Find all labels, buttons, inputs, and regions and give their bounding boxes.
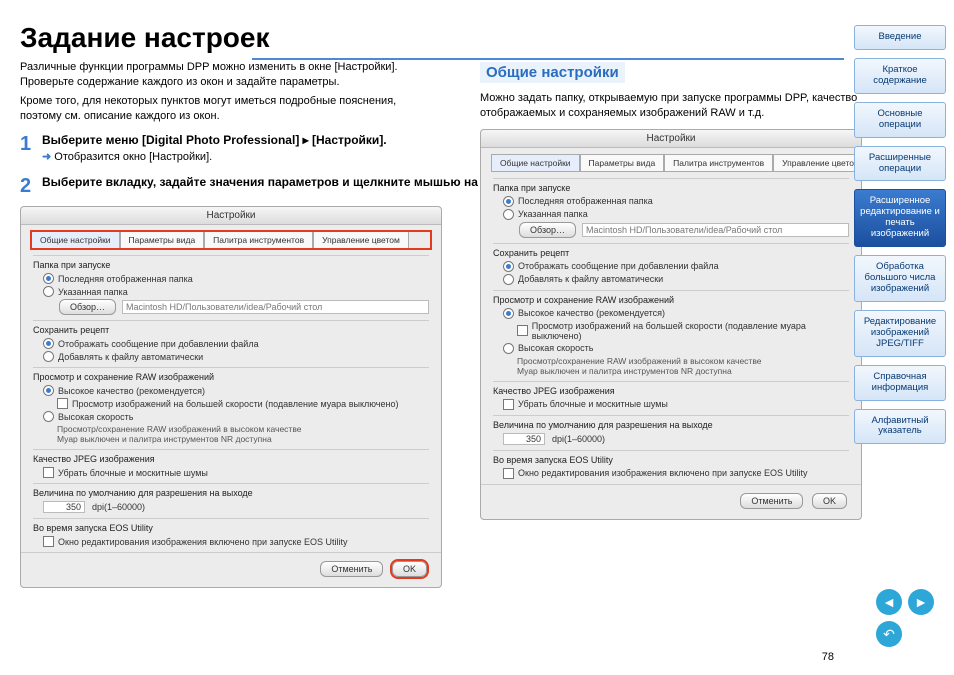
nav-basic[interactable]: Основные операции — [854, 102, 946, 138]
radio-auto-add[interactable] — [43, 351, 54, 362]
resolution-field[interactable]: 350 — [503, 433, 545, 445]
radio-spec-folder[interactable] — [43, 286, 54, 297]
check-noise[interactable] — [503, 399, 514, 410]
nav-advanced[interactable]: Расширенные операции — [854, 146, 946, 182]
step-2-text: Выберите вкладку, задайте значения парам… — [42, 175, 554, 189]
check-eos[interactable] — [43, 536, 54, 547]
section-eos: Во время запуска EOS Utility — [33, 523, 429, 533]
radio-hq[interactable] — [43, 385, 54, 396]
tab-tools[interactable]: Палитра инструментов — [664, 154, 773, 172]
next-page-icon[interactable]: ► — [908, 589, 934, 615]
step-number: 1 — [20, 133, 36, 165]
radio-hs[interactable] — [43, 411, 54, 422]
window-title: Настройки — [21, 207, 441, 225]
check-eos[interactable] — [503, 468, 514, 479]
return-icon[interactable]: ↶ — [876, 621, 902, 647]
intro-p2: Кроме того, для некоторых пунктов могут … — [20, 94, 440, 124]
cancel-button[interactable]: Отменить — [320, 561, 383, 577]
page-number: 78 — [822, 651, 834, 663]
settings-window-highlighted: Настройки Общие настройки Параметры вида… — [20, 206, 442, 588]
section-start-folder: Папка при запуске — [33, 260, 429, 270]
section-resolution: Величина по умолчанию для разрешения на … — [33, 488, 429, 498]
check-fast-preview[interactable] — [517, 325, 528, 336]
ok-button[interactable]: OK — [392, 561, 427, 577]
step-1-text: Выберите меню [Digital Photo Professiona… — [42, 133, 387, 147]
step-number: 2 — [20, 175, 36, 198]
title-rule — [252, 58, 844, 60]
tabrow: Общие настройки Параметры вида Палитра и… — [491, 154, 851, 172]
tab-color[interactable]: Управление цветом — [313, 231, 409, 249]
nav-reference[interactable]: Справочная информация — [854, 365, 946, 401]
pager: ◄ ► ↶ — [876, 589, 934, 647]
nav-batch[interactable]: Обработка большого числа изображений — [854, 255, 946, 302]
check-noise[interactable] — [43, 467, 54, 478]
section-jpeg: Качество JPEG изображения — [33, 454, 429, 464]
nav-index[interactable]: Алфавитный указатель — [854, 409, 946, 445]
tab-tools[interactable]: Палитра инструментов — [204, 231, 313, 249]
radio-last-folder[interactable] — [503, 196, 514, 207]
radio-show-msg[interactable] — [43, 338, 54, 349]
settings-window-plain: Настройки Общие настройки Параметры вида… — [480, 129, 862, 520]
browse-button[interactable]: Обзор… — [519, 222, 576, 238]
tab-general[interactable]: Общие настройки — [31, 231, 120, 249]
section-raw: Просмотр и сохранение RAW изображений — [33, 372, 429, 382]
tab-view[interactable]: Параметры вида — [580, 154, 665, 172]
check-fast-preview[interactable] — [57, 398, 68, 409]
tab-general[interactable]: Общие настройки — [491, 154, 580, 172]
tab-view[interactable]: Параметры вида — [120, 231, 205, 249]
radio-last-folder[interactable] — [43, 273, 54, 284]
path-field: Macintosh HD/Пользователи/idea/Рабочий с… — [122, 300, 429, 314]
section-intro: Можно задать папку, открываемую при запу… — [480, 91, 860, 121]
intro-p1: Различные функции программы DPP можно из… — [20, 60, 440, 90]
nav-jpeg-tiff[interactable]: Редактирование изображений JPEG/TIFF — [854, 310, 946, 357]
radio-spec-folder[interactable] — [503, 209, 514, 220]
tabrow: Общие настройки Параметры вида Палитра и… — [31, 231, 431, 249]
raw-note1: Просмотр/сохранение RAW изображений в вы… — [57, 424, 429, 434]
resolution-field[interactable]: 350 — [43, 501, 85, 513]
nav-intro[interactable]: Введение — [854, 25, 946, 50]
radio-hq[interactable] — [503, 308, 514, 319]
raw-note2: Муар выключен и палитра инструментов NR … — [57, 434, 429, 444]
arrow-icon: ➜ — [42, 151, 51, 163]
section-heading: Общие настройки — [480, 62, 625, 83]
prev-page-icon[interactable]: ◄ — [876, 589, 902, 615]
window-title: Настройки — [481, 130, 861, 148]
nav-contents[interactable]: Краткое содержание — [854, 58, 946, 94]
ok-button[interactable]: OK — [812, 493, 847, 509]
radio-auto-add[interactable] — [503, 274, 514, 285]
step-1-result: Отобразится окно [Настройки]. — [54, 151, 212, 163]
section-recipe: Сохранить рецепт — [33, 325, 429, 335]
page-title: Задание настроек — [20, 22, 844, 54]
radio-hs[interactable] — [503, 343, 514, 354]
sidebar-nav: Введение Краткое содержание Основные опе… — [854, 25, 946, 444]
nav-edit-print[interactable]: Расширенное редактирование и печать изоб… — [854, 189, 946, 247]
cancel-button[interactable]: Отменить — [740, 493, 803, 509]
browse-button[interactable]: Обзор… — [59, 299, 116, 315]
path-field: Macintosh HD/Пользователи/idea/Рабочий с… — [582, 223, 849, 237]
radio-show-msg[interactable] — [503, 261, 514, 272]
